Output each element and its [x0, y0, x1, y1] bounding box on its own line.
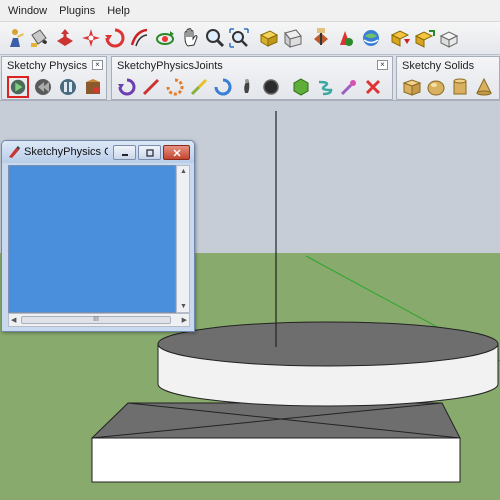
push-pull-icon[interactable]: [52, 25, 78, 51]
console-vertical-scrollbar[interactable]: ▲ ▼: [176, 165, 190, 313]
menu-help[interactable]: Help: [101, 5, 136, 17]
follow-me-icon[interactable]: [78, 25, 104, 51]
sketchy-physics-toolbar: Sketchy Physics ×: [1, 56, 107, 100]
ui-editor-icon[interactable]: [82, 76, 104, 98]
position-camera-icon[interactable]: [332, 25, 358, 51]
pan-icon[interactable]: [178, 25, 204, 51]
cylinder-solid-icon[interactable]: [449, 76, 471, 98]
console-horizontal-scrollbar[interactable]: ◀ III ▶: [8, 313, 190, 327]
walk-icon[interactable]: [2, 25, 28, 51]
plugin-toolbar-strip: Sketchy Physics × SketchyPhysicsJoints ×: [0, 55, 500, 101]
scroll-down-icon[interactable]: ▼: [180, 303, 187, 310]
minimize-button[interactable]: [113, 145, 136, 160]
get-models-icon[interactable]: [388, 25, 414, 51]
ball-joint-icon[interactable]: [290, 76, 312, 98]
close-icon: [172, 148, 181, 157]
section-plane-icon[interactable]: [308, 25, 334, 51]
rotate-icon[interactable]: [102, 25, 128, 51]
look-around-icon[interactable]: [358, 25, 384, 51]
piston-joint-icon[interactable]: [188, 76, 210, 98]
minimize-icon: [121, 153, 128, 156]
box-solid-icon[interactable]: [401, 76, 423, 98]
menu-plugins[interactable]: Plugins: [53, 5, 101, 17]
console-app-icon: [9, 146, 20, 158]
move-icon[interactable]: [256, 25, 282, 51]
sketchy-solids-title: Sketchy Solids: [402, 60, 475, 72]
cone-solid-icon[interactable]: [473, 76, 495, 98]
components-icon[interactable]: [436, 25, 462, 51]
slider-joint-icon[interactable]: [140, 76, 162, 98]
scroll-right-icon[interactable]: ▶: [182, 316, 187, 324]
sketchy-physics-joints-title: SketchyPhysicsJoints: [117, 60, 223, 72]
gear-joint-icon[interactable]: [260, 76, 282, 98]
paint-bucket-icon[interactable]: [26, 25, 52, 51]
hinge-joint-icon[interactable]: [116, 76, 138, 98]
sketchy-physics-joints-toolbar: SketchyPhysicsJoints ×: [111, 56, 393, 100]
motor-joint-icon[interactable]: [212, 76, 234, 98]
maximize-button[interactable]: [138, 145, 161, 160]
close-button[interactable]: [163, 145, 190, 160]
sketchy-physics-title: Sketchy Physics: [7, 60, 88, 72]
sphere-solid-icon[interactable]: [425, 76, 447, 98]
console-title: SketchyPhysics Co...: [24, 146, 108, 158]
zoom-icon[interactable]: [202, 25, 228, 51]
scroll-thumb[interactable]: III: [21, 316, 171, 324]
console-titlebar[interactable]: SketchyPhysics Co...: [2, 141, 194, 163]
menu-window[interactable]: Window: [2, 5, 53, 17]
sketchy-solids-toolbar: Sketchy Solids: [396, 56, 500, 100]
sketchy-physics-close-icon[interactable]: ×: [92, 60, 103, 70]
fixed-joint-icon[interactable]: [236, 76, 258, 98]
zoom-extents-icon[interactable]: [226, 25, 252, 51]
main-toolbar: [0, 22, 500, 55]
maximize-icon: [145, 148, 154, 157]
base-box-front: [91, 437, 461, 483]
scroll-up-icon[interactable]: ▲: [180, 168, 187, 175]
spring-joint-icon[interactable]: [314, 76, 336, 98]
menu-bar: Window Plugins Help: [0, 0, 500, 22]
sketchy-physics-console-window: SketchyPhysics Co... ▲ ▼ ◀ III ▶: [1, 140, 195, 332]
play-icon[interactable]: [7, 76, 29, 98]
console-output-area[interactable]: [8, 165, 176, 313]
servo-joint-icon[interactable]: [164, 76, 186, 98]
cylinder-top: [157, 321, 499, 367]
sketchy-physics-joints-close-icon[interactable]: ×: [377, 60, 388, 70]
share-model-icon[interactable]: [412, 25, 438, 51]
rewind-icon[interactable]: [32, 76, 54, 98]
remove-joint-icon[interactable]: [362, 76, 384, 98]
magnet-joint-icon[interactable]: [338, 76, 360, 98]
top-view-icon[interactable]: [280, 25, 306, 51]
pause-icon[interactable]: [57, 76, 79, 98]
orbit-icon[interactable]: [152, 25, 178, 51]
scroll-left-icon[interactable]: ◀: [11, 316, 16, 324]
offset-icon[interactable]: [126, 25, 152, 51]
